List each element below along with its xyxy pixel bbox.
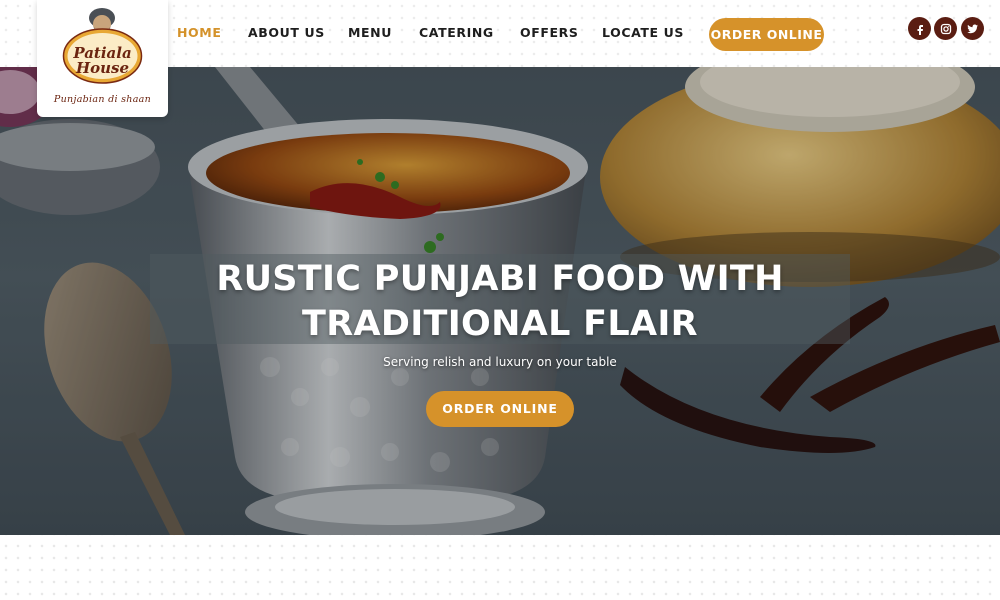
twitter-icon <box>967 24 978 33</box>
nav-catering[interactable]: CATERING <box>419 25 494 43</box>
nav-locate-us[interactable]: LOCATE US <box>602 25 684 43</box>
brand-name-line2: House <box>75 59 130 77</box>
nav-menu[interactable]: MENU <box>348 25 392 43</box>
instagram-link[interactable] <box>934 17 957 40</box>
facebook-icon <box>917 24 923 35</box>
nav-home[interactable]: HOME <box>177 25 221 43</box>
hero-banner: RUSTIC PUNJABI FOOD WITH TRADITIONAL FLA… <box>0 67 1000 535</box>
hero-title: RUSTIC PUNJABI FOOD WITH TRADITIONAL FLA… <box>216 259 784 344</box>
nav-about-us[interactable]: ABOUT US <box>248 25 325 43</box>
instagram-icon <box>940 23 951 34</box>
facebook-link[interactable] <box>908 17 931 40</box>
order-online-hero-button[interactable]: ORDER ONLINE <box>426 391 574 427</box>
twitter-link[interactable] <box>961 17 984 40</box>
brand-tagline: Punjabian di shaan <box>53 94 152 105</box>
nav-offers[interactable]: OFFERS <box>520 25 578 43</box>
hero-subtitle: Serving relish and luxury on your table <box>383 355 617 369</box>
brand-logo[interactable]: Patiala House Punjabian di shaan <box>37 0 168 117</box>
order-online-nav-button[interactable]: ORDER ONLINE <box>709 18 824 51</box>
